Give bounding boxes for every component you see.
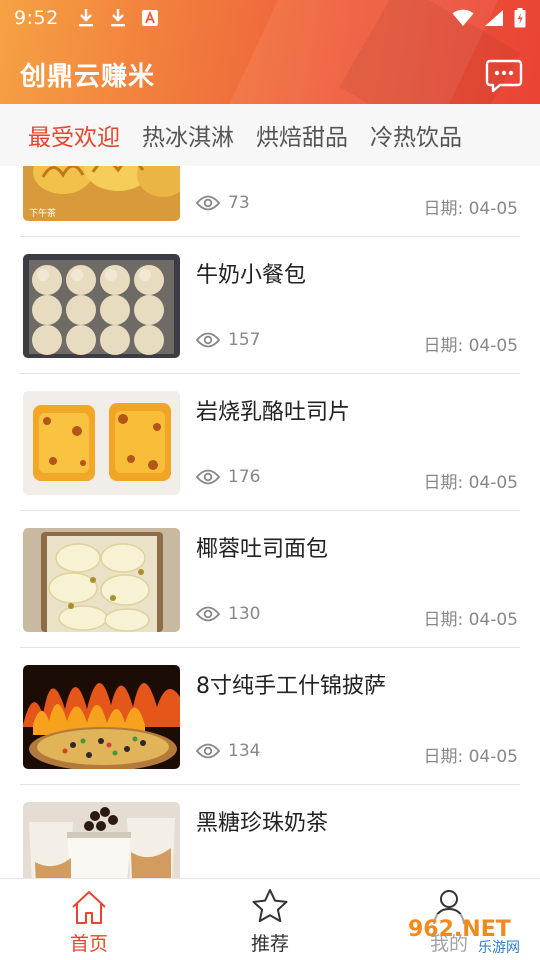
thumb-caption: 下午茶 (29, 207, 56, 219)
list-item[interactable]: 岩烧乳酪吐司片 176 日期: 04-05 (20, 374, 520, 511)
view-count-value: 130 (228, 604, 261, 624)
view-count-value: 73 (228, 193, 250, 213)
view-count: 73 (196, 193, 250, 213)
home-icon (72, 891, 106, 924)
site-watermark: 962.NET 乐游网 (402, 910, 538, 956)
view-count: 134 (196, 741, 260, 761)
download-icon (77, 8, 95, 28)
recipe-title: 岩烧乳酪吐司片 (196, 400, 351, 425)
nav-home-label: 首页 (69, 933, 108, 955)
view-count-value: 157 (228, 330, 261, 350)
message-button[interactable] (484, 58, 524, 94)
app-title: 创鼎云赚米 (20, 62, 156, 92)
recipe-thumbnail (23, 391, 180, 495)
publish-date: 日期: 04-05 (423, 199, 518, 219)
app-header: 9:52 创鼎云赚米 (0, 0, 540, 104)
tab-baking-desserts[interactable]: 烘焙甜品 (256, 118, 348, 152)
tab-drinks[interactable]: 冷热饮品 (370, 118, 462, 152)
list-item[interactable]: 下午茶 享） 73 日期: 04-05 (20, 166, 520, 237)
list-item[interactable]: 椰蓉吐司面包 130 日期: 04-05 (20, 511, 520, 648)
battery-icon (514, 8, 526, 28)
font-icon (141, 9, 159, 27)
recipe-title: 8寸纯手工什锦披萨 (196, 674, 386, 699)
tab-most-popular[interactable]: 最受欢迎 (28, 118, 120, 152)
star-icon (252, 889, 288, 923)
wifi-icon (452, 9, 474, 27)
list-item[interactable]: 牛奶小餐包 157 日期: 04-05 (20, 237, 520, 374)
download-icon (109, 8, 127, 28)
recipe-thumbnail (23, 254, 180, 358)
publish-date: 日期: 04-05 (423, 747, 518, 767)
tab-ice-cream[interactable]: 热冰淇淋 (142, 118, 234, 152)
eye-icon (196, 195, 220, 211)
recipe-list: 下午茶 享） 73 日期: 04-05 牛 (0, 166, 540, 878)
eye-icon (196, 606, 220, 622)
chat-bubble-icon (485, 59, 523, 93)
list-item[interactable]: 黑糖珍珠奶茶 (20, 785, 520, 878)
nav-recommend-label: 推荐 (250, 933, 289, 955)
watermark-text: 962.NET (408, 917, 511, 942)
view-count: 157 (196, 330, 260, 350)
publish-date: 日期: 04-05 (423, 610, 518, 630)
eye-icon (196, 469, 220, 485)
list-item[interactable]: 8寸纯手工什锦披萨 134 日期: 04-05 (20, 648, 520, 785)
nav-home[interactable]: 首页 (29, 879, 149, 960)
recipe-thumbnail: 下午茶 (23, 166, 180, 221)
recipe-thumbnail (23, 528, 180, 632)
publish-date: 日期: 04-05 (423, 336, 518, 356)
category-tabs: 最受欢迎 热冰淇淋 烘焙甜品 冷热饮品 (0, 104, 540, 166)
view-count: 130 (196, 604, 260, 624)
recipe-title: 椰蓉吐司面包 (196, 537, 329, 562)
nav-recommend[interactable]: 推荐 (210, 879, 330, 960)
signal-icon (484, 9, 504, 27)
eye-icon (196, 743, 220, 759)
watermark-subtext: 乐游网 (478, 940, 520, 956)
view-count-value: 176 (228, 467, 261, 487)
publish-date: 日期: 04-05 (423, 473, 518, 493)
recipe-title: 黑糖珍珠奶茶 (196, 811, 329, 836)
recipe-title: 牛奶小餐包 (196, 263, 307, 288)
status-bar: 9:52 (0, 0, 540, 36)
status-time: 9:52 (14, 7, 59, 29)
view-count-value: 134 (228, 741, 261, 761)
recipe-thumbnail (23, 802, 180, 878)
view-count: 176 (196, 467, 260, 487)
eye-icon (196, 332, 220, 348)
recipe-thumbnail (23, 665, 180, 769)
